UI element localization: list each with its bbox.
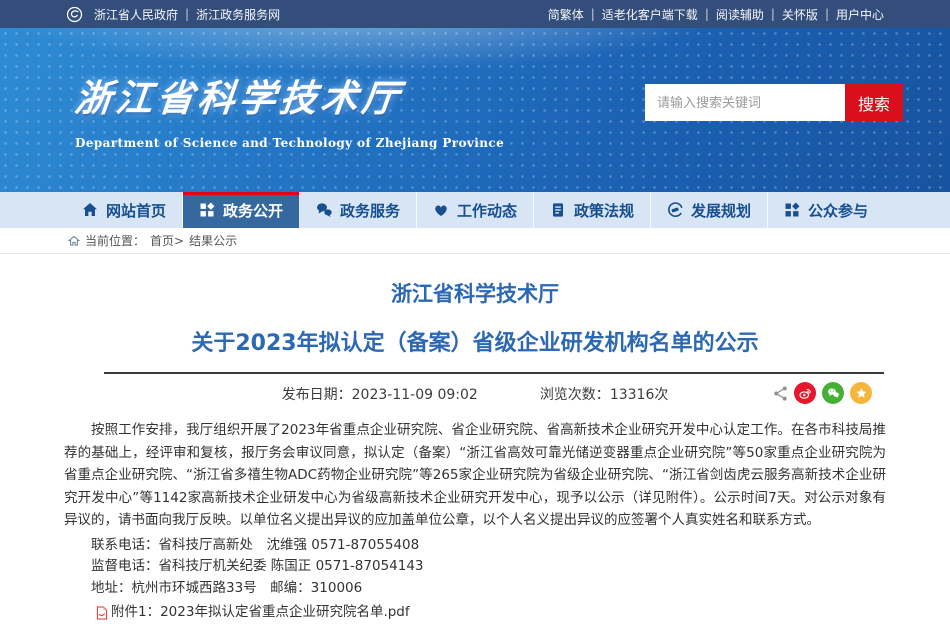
publish-date-label: 发布日期： <box>282 387 352 403</box>
banner-inner: 浙江省科学技术厅 Department of Science and Techn… <box>0 28 950 192</box>
separator: | <box>591 7 595 21</box>
breadcrumb-prefix: 当前位置： <box>85 232 145 249</box>
address-line: 地址：杭州市环城西路33号 邮编：310006 <box>64 578 886 600</box>
nav-item-label: 发展规划 <box>691 200 751 221</box>
supervision-phone: 监督电话：省科技厅机关纪委 陈国正 0571-87054143 <box>64 556 886 578</box>
main-nav-inner: 网站首页 政务公开 政务服务 工作动态 <box>66 192 884 228</box>
view-count-label: 浏览次数： <box>540 387 610 403</box>
breadcrumb: 当前位置： 首页> 结果公示 <box>0 228 950 254</box>
share-nodes-icon[interactable] <box>773 385 788 402</box>
link-gov-service-net[interactable]: 浙江政务服务网 <box>196 6 280 23</box>
link-reading-assist[interactable]: 阅读辅助 <box>716 6 764 23</box>
site-title: 浙江省科学技术厅 <box>72 68 507 122</box>
nav-item-label: 网站首页 <box>106 200 166 221</box>
view-count: 浏览次数：13316次 <box>540 384 669 404</box>
attachment-row: 附件1：2023年拟认定省重点企业研究院名单.pdf <box>64 602 886 624</box>
link-user-center[interactable]: 用户中心 <box>836 6 884 23</box>
article-meta: 发布日期：2023-11-09 09:02 浏览次数：13316次 <box>64 378 886 410</box>
nav-item-home[interactable]: 网站首页 <box>66 192 183 228</box>
separator: | <box>825 7 829 21</box>
topbar-left: 浙江省人民政府 | 浙江政务服务网 <box>66 6 280 23</box>
separator: | <box>771 7 775 21</box>
article-title: 关于2023年拟认定（备案）省级企业研发机构名单的公示 <box>64 325 886 357</box>
nav-item-label: 工作动态 <box>457 200 517 221</box>
attachments: 附件1：2023年拟认定省重点企业研究院名单.pdf 附件2：2023年拟认定省… <box>64 602 886 626</box>
qzone-share-icon[interactable] <box>850 382 872 404</box>
handshake-icon <box>667 202 683 218</box>
link-care-version[interactable]: 关怀版 <box>782 6 818 23</box>
topbar-right: 简繁体 | 适老化客户端下载 | 阅读辅助 | 关怀版 | 用户中心 <box>548 6 884 23</box>
home-icon <box>82 202 98 218</box>
article: 浙江省科学技术厅 关于2023年拟认定（备案）省级企业研发机构名单的公示 发布日… <box>0 278 950 626</box>
nav-item-gov-services[interactable]: 政务服务 <box>300 192 417 228</box>
blocks-icon <box>199 202 215 218</box>
nav-item-public-participation[interactable]: 公众参与 <box>768 192 884 228</box>
weibo-share-icon[interactable] <box>794 382 816 404</box>
chat-bubbles-icon <box>316 202 332 218</box>
contact-phone: 联系电话：省科技厅高新处 沈维强 0571-87055408 <box>64 535 886 557</box>
search-bar: 搜索 <box>645 84 903 121</box>
home-icon <box>68 235 80 247</box>
link-simplified-traditional[interactable]: 简繁体 <box>548 6 584 23</box>
document-icon <box>550 202 566 218</box>
search-button[interactable]: 搜索 <box>845 84 903 121</box>
share-toolbar <box>773 382 872 404</box>
publish-date-value: 2023-11-09 09:02 <box>352 387 478 403</box>
nav-item-label: 政策法规 <box>574 200 634 221</box>
publish-date: 发布日期：2023-11-09 09:02 <box>282 384 478 404</box>
separator: | <box>185 7 189 21</box>
link-elderly-client-download[interactable]: 适老化客户端下载 <box>602 6 698 23</box>
pdf-file-icon <box>96 606 108 620</box>
nav-item-gov-disclosure[interactable]: 政务公开 <box>183 192 300 228</box>
view-count-value: 13316次 <box>610 387 669 403</box>
nav-item-policies-regulations[interactable]: 政策法规 <box>534 192 651 228</box>
heart-icon <box>433 202 449 218</box>
article-org-title: 浙江省科学技术厅 <box>64 278 886 308</box>
main-nav: 网站首页 政务公开 政务服务 工作动态 <box>0 192 950 228</box>
nav-item-development-planning[interactable]: 发展规划 <box>651 192 768 228</box>
nav-item-label: 政务公开 <box>223 200 283 221</box>
page: 浙江省人民政府 | 浙江政务服务网 简繁体 | 适老化客户端下载 | 阅读辅助 … <box>0 0 950 626</box>
wechat-share-icon[interactable] <box>822 382 844 404</box>
breadcrumb-current: 结果公示 <box>189 232 237 249</box>
article-paragraph: 按照工作安排，我厅组织开展了2023年省重点企业研究院、省企业研究院、省高新技术… <box>64 419 886 532</box>
topbar: 浙江省人民政府 | 浙江政务服务网 简繁体 | 适老化客户端下载 | 阅读辅助 … <box>0 0 950 28</box>
contact-block: 联系电话：省科技厅高新处 沈维强 0571-87055408 监督电话：省科技厅… <box>64 535 886 600</box>
nav-item-work-updates[interactable]: 工作动态 <box>417 192 534 228</box>
breadcrumb-home[interactable]: 首页> <box>150 232 184 249</box>
nav-item-label: 公众参与 <box>808 200 868 221</box>
blocks-icon <box>784 202 800 218</box>
site-subtitle-en: Department of Science and Technology of … <box>75 136 504 150</box>
title-divider <box>104 372 884 374</box>
search-input[interactable] <box>645 84 845 121</box>
separator: | <box>705 7 709 21</box>
zhejiang-gov-logo-icon <box>66 6 83 23</box>
banner: 浙江省科学技术厅 Department of Science and Techn… <box>0 28 950 192</box>
attachment-link[interactable]: 附件1：2023年拟认定省重点企业研究院名单.pdf <box>111 602 410 624</box>
link-provincial-government[interactable]: 浙江省人民政府 <box>94 6 178 23</box>
nav-item-label: 政务服务 <box>340 200 400 221</box>
brand: 浙江省科学技术厅 Department of Science and Techn… <box>75 68 504 150</box>
